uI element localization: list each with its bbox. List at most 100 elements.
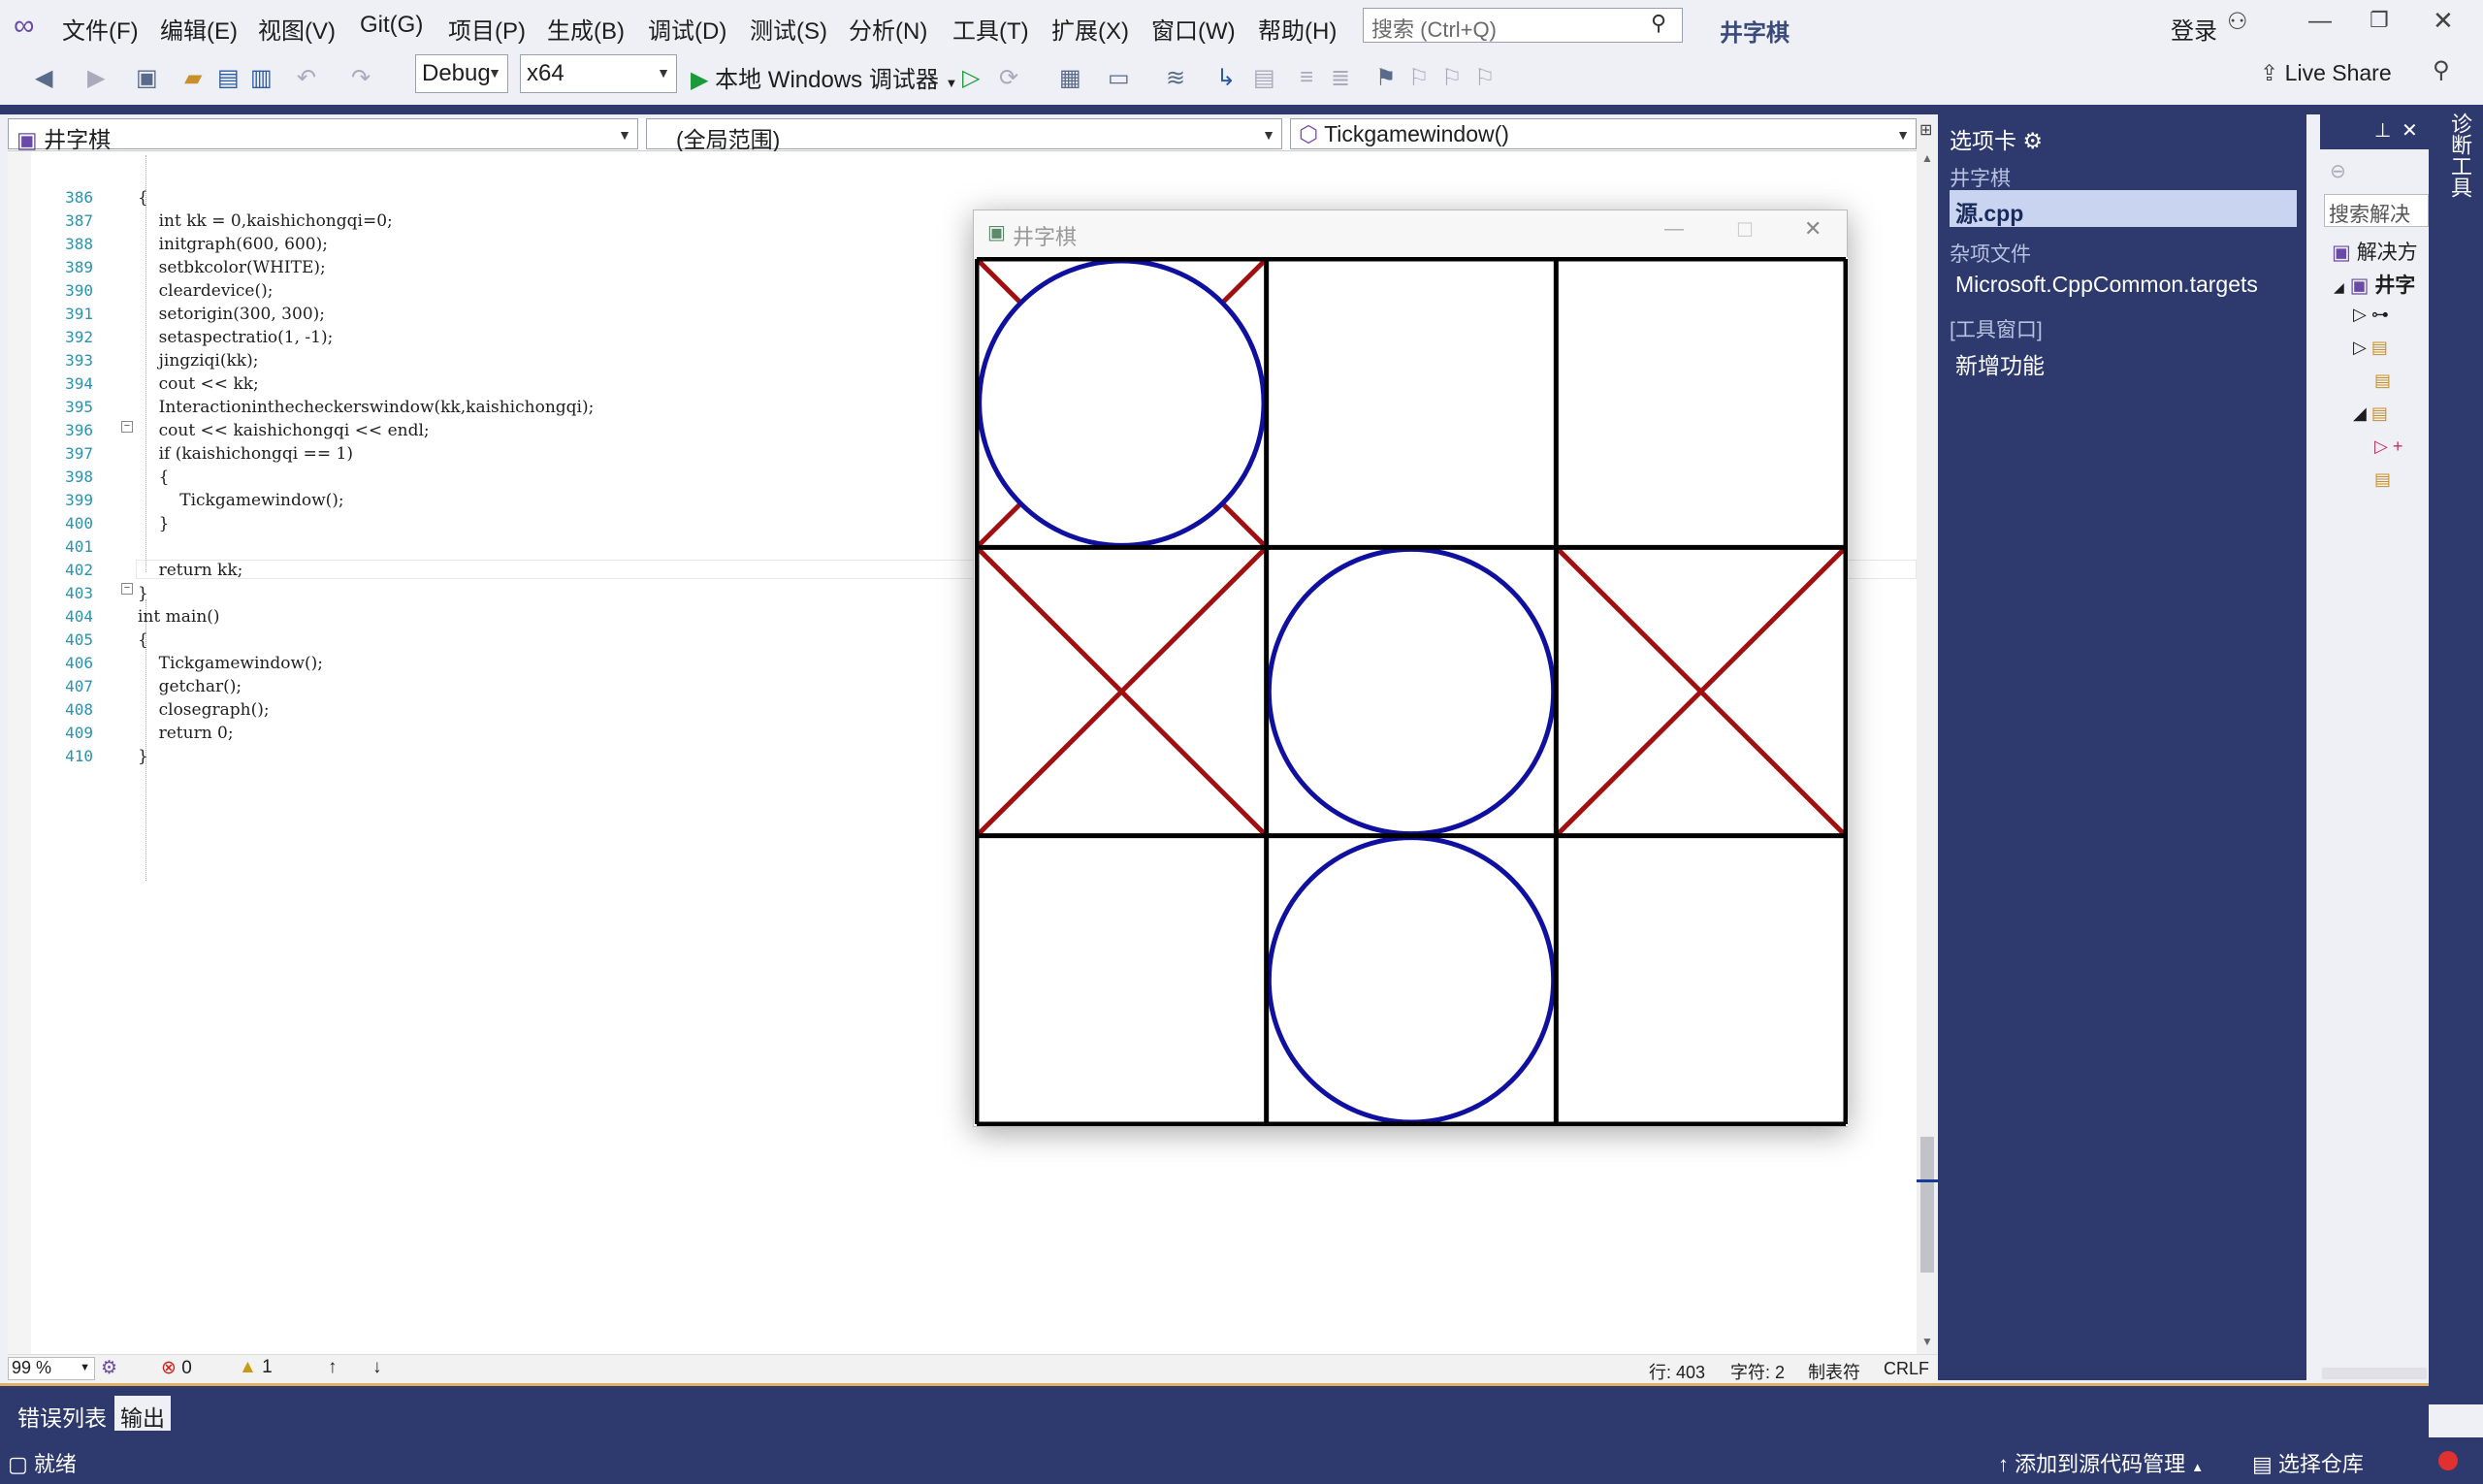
project-dropdown[interactable]: ▣ 井字棋 ▼ <box>8 118 638 152</box>
code-line[interactable]: } <box>138 747 148 766</box>
menu-help[interactable]: 帮助(H) <box>1258 12 1337 46</box>
platform-dropdown[interactable]: x64 ▼ <box>520 54 677 93</box>
tab-misc-file[interactable]: Microsoft.CppCommon.targets <box>1955 272 2258 298</box>
split-icon[interactable]: ⊞ <box>1919 120 1932 140</box>
collapse-icon[interactable]: − <box>121 583 133 595</box>
add-to-source-control-button[interactable]: ↑ 添加到源代码管理 ▲ <box>1998 1447 2204 1478</box>
run-button[interactable]: ▶ 本地 Windows 调试器 ▼ <box>691 60 957 94</box>
indent-icon[interactable]: ≡ <box>1300 64 1313 91</box>
board-cell[interactable] <box>1267 259 1557 547</box>
code-line[interactable]: closegraph(); <box>138 700 270 720</box>
scroll-up-icon[interactable]: ▲ <box>1921 151 1933 165</box>
menu-tools[interactable]: 工具(T) <box>952 12 1029 46</box>
notification-badge[interactable] <box>2438 1451 2458 1470</box>
select-repo-button[interactable]: ▤ 选择仓库 <box>2252 1447 2364 1478</box>
start-without-debug-icon[interactable]: ▷ <box>962 64 980 92</box>
browse-icon[interactable]: ▦ <box>1059 64 1081 92</box>
tab-error-list[interactable]: 错误列表 <box>17 1400 107 1433</box>
undo-icon[interactable]: ↶ <box>297 64 316 92</box>
code-line[interactable]: cout << kk; <box>138 374 259 394</box>
code-line[interactable]: int kk = 0,kaishichongqi=0; <box>138 211 393 231</box>
save-all-icon[interactable]: ▥ <box>250 64 273 92</box>
indent-mode[interactable]: 制表符 <box>1808 1359 1860 1384</box>
back-icon[interactable]: ◀ <box>35 64 52 92</box>
tree-node-resources[interactable]: ▤ <box>2374 469 2391 490</box>
project-node[interactable]: ◢ ▣ 井字 <box>2334 270 2415 299</box>
bookmark-clear-icon[interactable]: ⚐ <box>1474 64 1496 92</box>
code-line[interactable]: getchar(); <box>138 677 242 696</box>
pin-icon[interactable]: ⊥ <box>2374 118 2391 143</box>
nav-up-icon[interactable]: ↑ <box>328 1357 338 1378</box>
board-cell[interactable] <box>1556 259 1846 547</box>
solution-node[interactable]: ▣ 解决方 <box>2332 237 2418 266</box>
tic-tac-toe-board[interactable] <box>975 257 1848 1126</box>
errors-indicator[interactable]: ⊗ 0 <box>161 1357 192 1379</box>
menu-debug[interactable]: 调试(D) <box>648 12 726 46</box>
close-icon[interactable]: ✕ <box>2402 118 2418 143</box>
code-line[interactable]: return 0; <box>138 724 234 743</box>
code-line[interactable]: return kk; <box>138 561 243 580</box>
editor-vertical-scrollbar[interactable]: ⊞ ▲ ▼ <box>1917 118 1938 1354</box>
tab-whats-new[interactable]: 新增功能 <box>1955 347 2045 380</box>
window-layout-icon[interactable]: ▭ <box>1108 64 1130 92</box>
scroll-thumb[interactable] <box>1920 1137 1934 1273</box>
tree-node-file[interactable]: ▷ + <box>2374 436 2402 457</box>
warnings-indicator[interactable]: ▲ 1 <box>239 1357 273 1378</box>
account-icon[interactable]: ⚇ <box>2227 8 2248 36</box>
minimize-icon[interactable]: — <box>2308 8 2332 35</box>
code-line[interactable]: Interactioninthecheckerswindow(kk,kaishi… <box>138 398 595 417</box>
outdent-icon[interactable]: ≣ <box>1331 64 1350 92</box>
tab-output[interactable]: 输出 <box>114 1396 171 1431</box>
restore-icon[interactable]: ❐ <box>2370 8 2389 33</box>
tree-node-sources[interactable]: ◢ ▤ <box>2353 403 2388 424</box>
tab-source-cpp[interactable]: 源.cpp <box>1950 190 2297 227</box>
menu-file[interactable]: 文件(F) <box>62 12 139 46</box>
board-cell[interactable] <box>1556 836 1846 1124</box>
back-icon[interactable]: ⊖ <box>2330 159 2346 183</box>
save-icon[interactable]: ▤ <box>217 64 240 92</box>
game-window[interactable]: ▣ 井字棋 — ☐ ✕ <box>973 210 1848 1127</box>
code-line[interactable]: cleardevice(); <box>138 281 274 301</box>
menu-project[interactable]: 项目(P) <box>448 12 526 46</box>
collapse-icon[interactable]: − <box>121 421 133 433</box>
open-folder-icon[interactable]: ▰ <box>184 64 202 92</box>
menu-extensions[interactable]: 扩展(X) <box>1051 12 1129 46</box>
hot-reload-icon[interactable]: ⟳ <box>999 64 1018 92</box>
settings-icon[interactable]: ⚙ <box>2022 128 2043 153</box>
code-line[interactable]: setbkcolor(WHITE); <box>138 258 326 277</box>
menu-test[interactable]: 测试(S) <box>750 12 827 46</box>
live-share-button[interactable]: ⇪ Live Share <box>2260 60 2392 86</box>
minimize-icon[interactable]: — <box>1664 218 1684 241</box>
bookmark-prev-icon[interactable]: ⚐ <box>1408 64 1430 92</box>
code-line[interactable]: if (kaishichongqi == 1) <box>138 444 353 464</box>
forward-icon[interactable]: ▶ <box>87 64 105 92</box>
code-line[interactable]: } <box>138 514 170 533</box>
maximize-icon[interactable]: ☐ <box>1736 218 1754 242</box>
close-icon[interactable]: ✕ <box>2433 6 2454 36</box>
redo-icon[interactable]: ↷ <box>351 64 371 92</box>
search-input[interactable]: 搜索 (Ctrl+Q) ⚲ <box>1363 8 1683 43</box>
config-dropdown[interactable]: Debug ▼ <box>415 54 508 93</box>
bookmark-icon[interactable]: ⚑ <box>1375 64 1397 92</box>
solution-search-input[interactable]: 搜索解决 <box>2324 194 2429 227</box>
code-line[interactable]: { <box>138 630 148 650</box>
solution-hscroll[interactable] <box>2322 1368 2427 1379</box>
bookmark-next-icon[interactable]: ⚐ <box>1441 64 1463 92</box>
new-project-icon[interactable]: ▣ <box>136 64 158 92</box>
close-icon[interactable]: ✕ <box>1804 216 1822 242</box>
code-line[interactable]: { <box>138 468 170 487</box>
menu-edit[interactable]: 编辑(E) <box>160 12 238 46</box>
feedback-icon[interactable]: ⚲ <box>2433 56 2450 84</box>
code-line[interactable]: Tickgamewindow(); <box>138 654 323 673</box>
scope-dropdown[interactable]: (全局范围) ▼ <box>646 118 1282 152</box>
menu-git[interactable]: Git(G) <box>360 12 423 39</box>
scroll-down-icon[interactable]: ▼ <box>1921 1335 1933 1348</box>
code-line[interactable]: setaspectratio(1, -1); <box>138 328 334 347</box>
tree-node-external[interactable]: ▷ ▤ <box>2353 338 2388 358</box>
login-link[interactable]: 登录 <box>2171 12 2217 46</box>
intellicode-icon[interactable]: ⚙ <box>101 1357 117 1379</box>
member-dropdown[interactable]: ⬡ Tickgamewindow() ▼ <box>1290 118 1917 149</box>
format-icon[interactable]: ≋ <box>1166 64 1185 92</box>
tree-node-headers[interactable]: ▤ <box>2374 371 2391 391</box>
zoom-dropdown[interactable]: 99 % ▼ <box>8 1357 95 1380</box>
